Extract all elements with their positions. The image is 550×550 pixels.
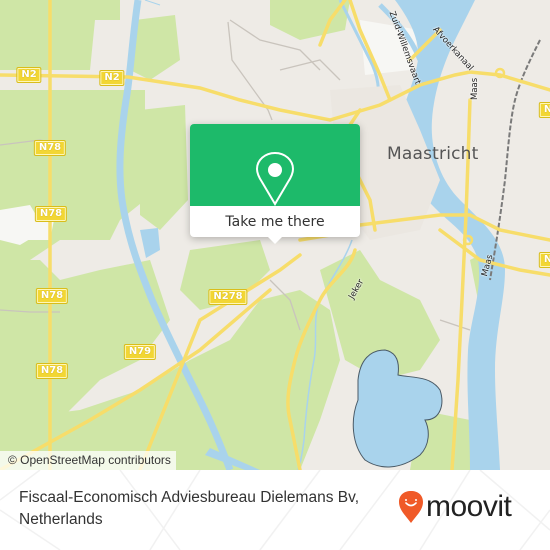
- road-badge-n: N: [538, 102, 550, 118]
- road-badge-n: N: [538, 252, 550, 268]
- popup-tail: [268, 237, 282, 244]
- map-view[interactable]: N2 N2 N78 N78 N78 N78 N79 N278 N N Maast…: [0, 0, 550, 470]
- map-pin-icon: [256, 152, 294, 206]
- road-badge-n78: N78: [35, 363, 69, 379]
- take-me-there-button[interactable]: Take me there: [190, 206, 360, 237]
- road-badge-n79: N79: [123, 344, 157, 360]
- road-badge-n278: N278: [208, 289, 248, 305]
- moovit-logo[interactable]: moovit: [398, 490, 512, 524]
- moovit-wordmark: moovit: [426, 490, 512, 523]
- roundabout: [494, 67, 506, 79]
- footer-bar: Fiscaal-Economisch Adviesbureau Dieleman…: [0, 470, 550, 550]
- location-popup: Take me there: [190, 124, 360, 244]
- road-badge-n78: N78: [35, 288, 69, 304]
- popup-header: [190, 124, 360, 206]
- city-label-maastricht: Maastricht: [387, 144, 479, 164]
- road-badge-n78: N78: [34, 206, 68, 222]
- road-badge-n78: N78: [33, 140, 67, 156]
- road-badge-n2: N2: [99, 70, 125, 86]
- pond: [140, 228, 160, 258]
- place-name: Fiscaal-Economisch Adviesbureau Dieleman…: [19, 489, 360, 528]
- map-attribution[interactable]: © OpenStreetMap contributors: [0, 451, 176, 470]
- moovit-pin-icon: [399, 491, 423, 523]
- water-label-maas: Maas: [470, 77, 480, 100]
- road-badge-n2: N2: [16, 67, 42, 83]
